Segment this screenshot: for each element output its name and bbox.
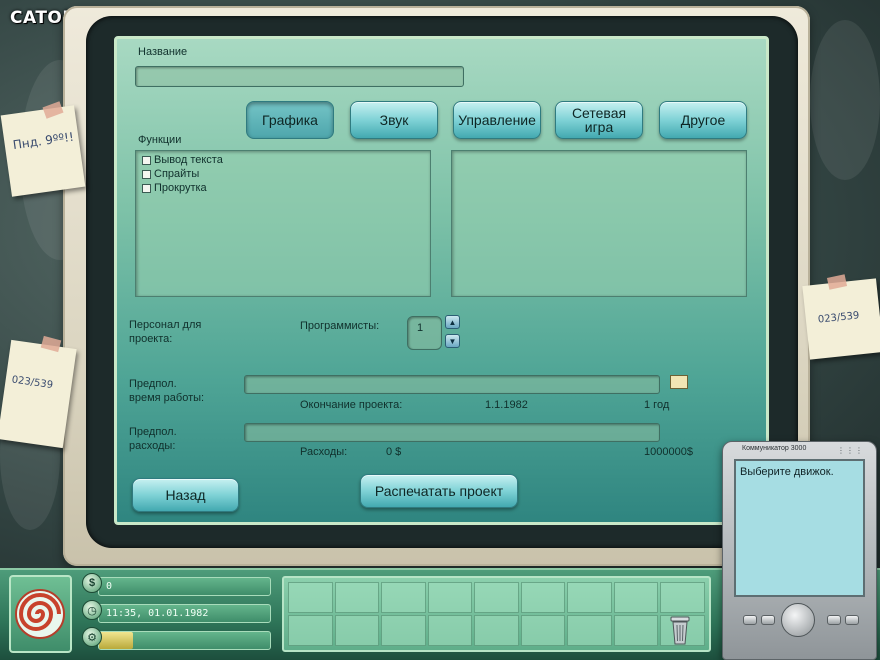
feature-label: Спрайты bbox=[154, 168, 200, 180]
checkbox[interactable] bbox=[142, 155, 151, 165]
expenses-max: 1000000$ bbox=[644, 446, 693, 458]
decrement-button[interactable]: ▼ bbox=[445, 334, 460, 348]
sticky-note: 023/539 bbox=[802, 278, 880, 360]
slot[interactable] bbox=[288, 615, 333, 646]
name-label: Название bbox=[138, 46, 188, 58]
feature-item[interactable]: Спрайты bbox=[142, 168, 199, 180]
checkbox[interactable] bbox=[142, 169, 151, 179]
slot[interactable] bbox=[288, 582, 333, 613]
engine-details-panel bbox=[451, 150, 747, 297]
note-text: 023/539 bbox=[10, 374, 54, 392]
slot[interactable] bbox=[381, 615, 426, 646]
checkbox[interactable] bbox=[142, 183, 151, 193]
tab-sound[interactable]: Звук bbox=[350, 101, 438, 139]
slot[interactable] bbox=[381, 582, 426, 613]
feature-item[interactable]: Вывод текста bbox=[142, 154, 223, 166]
trash-icon[interactable] bbox=[669, 614, 691, 646]
trash-can-icon bbox=[670, 616, 690, 645]
programmers-count: 1 bbox=[407, 316, 442, 350]
pda-dpad-button[interactable] bbox=[781, 603, 815, 637]
datetime-display: 11:35, 01.01.1982 bbox=[98, 604, 271, 623]
slot[interactable] bbox=[334, 582, 380, 613]
slot[interactable] bbox=[660, 582, 705, 613]
pda-button-right[interactable] bbox=[827, 615, 841, 625]
project-end-date: 1.1.1982 bbox=[485, 399, 528, 411]
slot[interactable] bbox=[334, 615, 380, 646]
slot[interactable] bbox=[613, 615, 659, 646]
slot[interactable] bbox=[613, 582, 659, 613]
pda-title: Коммуникатор 3000 bbox=[742, 445, 807, 452]
expenses-min: 0 $ bbox=[386, 446, 402, 458]
tab-controls[interactable]: Управление bbox=[453, 101, 541, 139]
sticky-note: Пнд. 9ºº!! bbox=[0, 105, 86, 197]
note-text: Пнд. 9ºº!! bbox=[11, 129, 75, 153]
staff-label: Персонал для проекта: bbox=[129, 319, 202, 345]
project-duration: 1 год bbox=[644, 399, 670, 411]
back-button[interactable]: Назад bbox=[132, 478, 239, 512]
tab-network-game[interactable]: Сетевая игра bbox=[555, 101, 643, 139]
slot[interactable] bbox=[474, 615, 519, 646]
pda-button-left[interactable] bbox=[743, 615, 757, 625]
slot[interactable] bbox=[567, 615, 612, 646]
company-logo-tile[interactable] bbox=[9, 575, 72, 653]
clock-icon: ◷ bbox=[82, 600, 102, 620]
costs-label: Предпол. расходы: bbox=[129, 426, 177, 452]
pda-button-right[interactable] bbox=[845, 615, 859, 625]
slot[interactable] bbox=[427, 582, 473, 613]
slot[interactable] bbox=[567, 582, 612, 613]
slot[interactable] bbox=[520, 582, 566, 613]
pda-message: Выберите движок. bbox=[734, 459, 865, 597]
dollar-icon: $ bbox=[82, 573, 102, 593]
tab-other[interactable]: Другое bbox=[659, 101, 747, 139]
money-display: 0 bbox=[98, 577, 271, 596]
print-project-button[interactable]: Распечатать проект bbox=[360, 474, 518, 508]
programmers-label: Программисты: bbox=[300, 320, 380, 332]
progress-fill bbox=[99, 632, 134, 649]
note-text: 023/539 bbox=[817, 310, 860, 326]
inventory-slots bbox=[282, 576, 711, 652]
background-shape bbox=[810, 20, 880, 180]
work-time-slider[interactable] bbox=[244, 375, 660, 394]
slot[interactable] bbox=[474, 582, 519, 613]
feature-item[interactable]: Прокрутка bbox=[142, 182, 207, 194]
expenses-label: Расходы: bbox=[300, 446, 348, 458]
increment-button[interactable]: ▲ bbox=[445, 315, 460, 329]
feature-label: Прокрутка bbox=[154, 182, 207, 194]
slot[interactable] bbox=[520, 615, 566, 646]
work-time-label: Предпол. время работы: bbox=[129, 378, 205, 404]
progress-bar bbox=[98, 631, 271, 650]
feature-label: Вывод текста bbox=[154, 154, 223, 166]
pda-speaker-icon: ⋮⋮⋮ bbox=[837, 446, 864, 455]
tab-graphics[interactable]: Графика bbox=[246, 101, 334, 139]
name-input[interactable] bbox=[135, 66, 464, 87]
slot[interactable] bbox=[427, 615, 473, 646]
costs-slider[interactable] bbox=[244, 423, 660, 442]
pda-button-left[interactable] bbox=[761, 615, 775, 625]
gear-icon: ⚙ bbox=[82, 627, 102, 647]
calendar-icon[interactable] bbox=[670, 375, 688, 389]
spiral-logo-icon bbox=[15, 589, 65, 639]
functions-label: Функции bbox=[138, 134, 182, 146]
project-end-label: Окончание проекта: bbox=[300, 399, 403, 411]
